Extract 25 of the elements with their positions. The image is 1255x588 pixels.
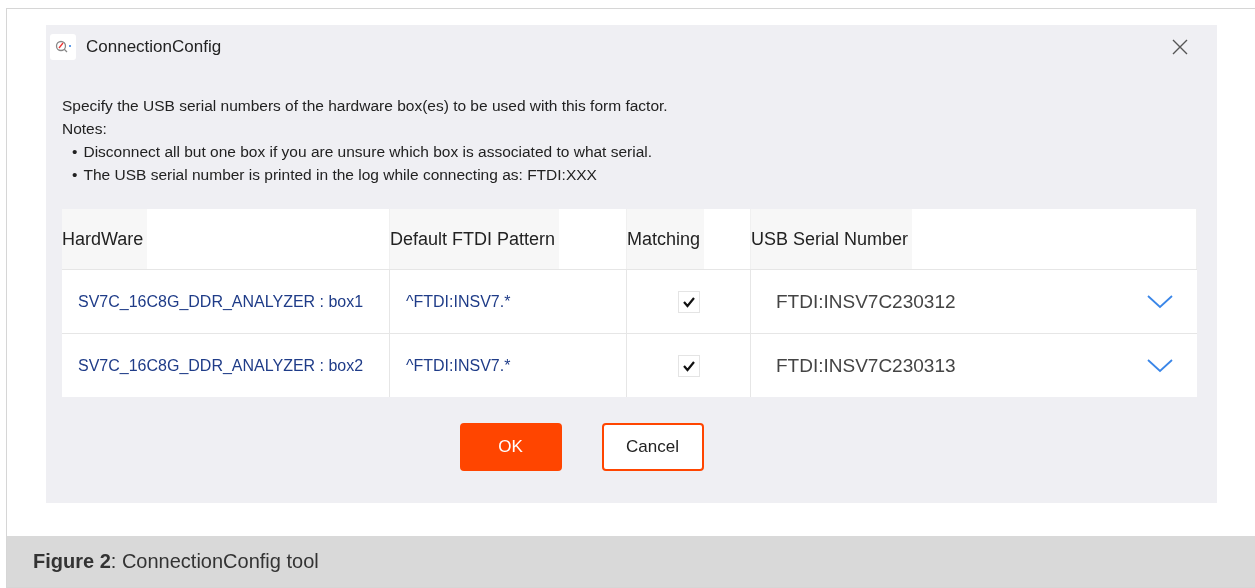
serial-dropdown[interactable]: FTDI:INSV7C230313 [751,334,1197,397]
chevron-down-icon [1147,358,1173,373]
ftdi-pattern: ^FTDI:INSV7.* [405,292,511,311]
notes-label: Notes: [62,119,108,139]
column-header[interactable]: HardWare [62,209,148,269]
window-title: ConnectionConfig [86,37,223,57]
column-header[interactable]: Default FTDI Pattern [390,209,560,269]
instruction-text: Specify the USB serial numbers of the hardware box(es) to be used with this form factor. [62,96,669,116]
hardware-name: SV7C_16C8G_DDR_ANALYZER : box2 [77,356,364,375]
column-header[interactable]: USB Serial Number [751,209,913,269]
bullet: • [72,165,78,185]
app-icon [50,34,76,60]
chevron-down-icon [1147,294,1173,309]
close-icon[interactable] [1171,38,1189,56]
matching-checkbox[interactable] [677,354,700,377]
figure-caption: Figure 2: ConnectionConfig tool [7,536,1255,587]
hardware-name: SV7C_16C8G_DDR_ANALYZER : box1 [77,292,364,311]
bullet: • [72,142,78,162]
ftdi-pattern: ^FTDI:INSV7.* [405,356,511,375]
column-header[interactable]: Matching [627,209,705,269]
note-text: Disconnect all but one box if you are unsure which box is associated to what serial. [83,142,653,162]
cancel-button[interactable]: Cancel [601,423,704,471]
matching-checkbox[interactable] [677,290,700,313]
note-text: The USB serial number is printed in the log while connecting as: FTDI:XXX [83,165,597,185]
serial-dropdown[interactable]: FTDI:INSV7C230312 [751,270,1197,333]
